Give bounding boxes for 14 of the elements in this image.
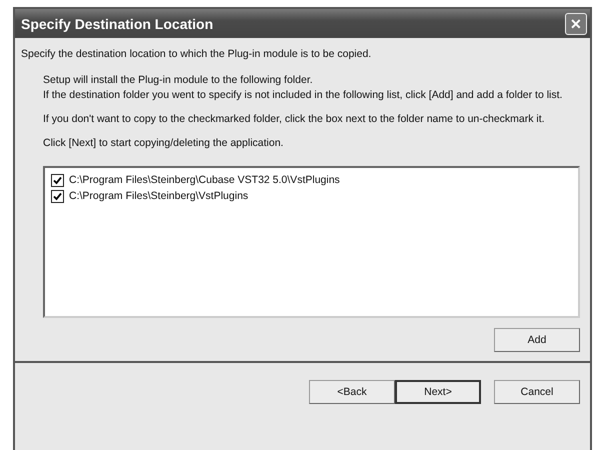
wizard-button[interactable]: Next>: [395, 380, 481, 404]
instruction-text: Click [Next] to start copying/deleting the application.: [43, 136, 284, 151]
folder-path[interactable]: C:\Program Files\Steinberg\VstPlugins: [69, 190, 248, 202]
checkbox[interactable]: [51, 190, 64, 202]
instruction-text: Setup will install the Plug-in module to the following folder. If the destination folder you went to specify is not included in the following list, click [Add] and add a folder to list.: [43, 73, 564, 103]
instruction-text: If you don't want to copy to the checkmarked folder, click the box next to the folder name to un-checkmark it.: [43, 112, 546, 127]
instruction-text: Specify the destination location to which the Plug-in module is to be copied.: [20, 47, 372, 62]
checkbox[interactable]: [51, 174, 64, 186]
folder-path[interactable]: C:\Program Files\Steinberg\Cubase VST32 5.0\VstPlugins: [69, 174, 340, 186]
wizard-button[interactable]: Cancel: [494, 380, 580, 404]
add-button[interactable]: Add: [494, 328, 580, 352]
window-title: Specify Destination Location: [21, 16, 214, 32]
close-button[interactable]: ✕: [565, 12, 587, 34]
wizard-button[interactable]: <Back: [309, 380, 395, 404]
